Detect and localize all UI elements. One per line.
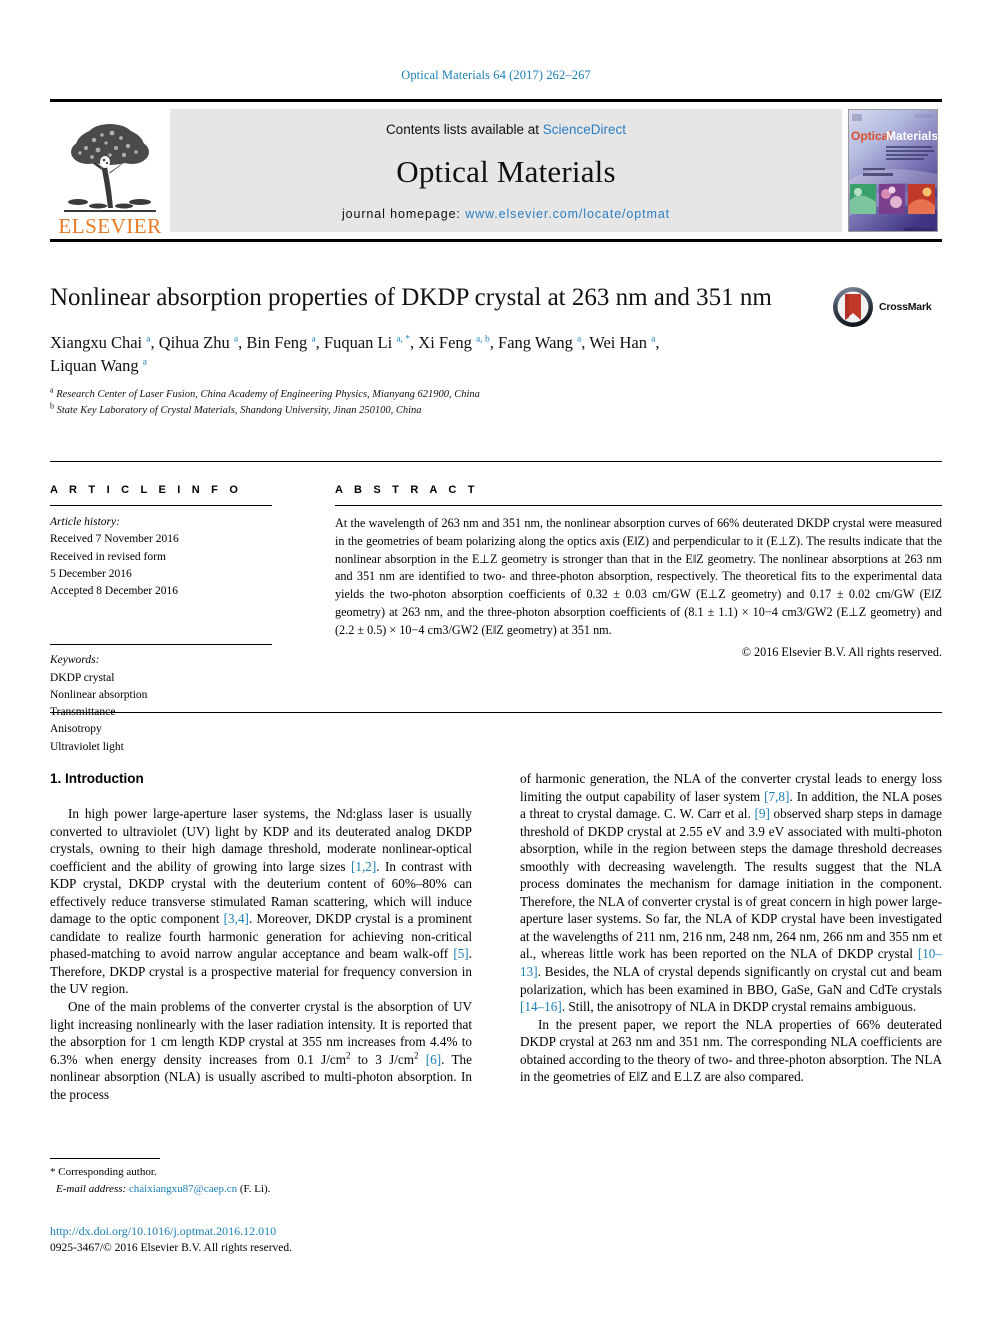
- history-item: Received 7 November 2016: [50, 533, 179, 546]
- author-list: Xiangxu Chai a, Qihua Zhu a, Bin Feng a,…: [50, 331, 880, 379]
- paragraph-text: observed sharp steps in damage threshold…: [520, 806, 943, 962]
- affiliation-marker: a: [651, 334, 656, 344]
- email-note: E-mail address: chaixiangxu87@caep.cn (F…: [50, 1181, 472, 1198]
- article-history-label: Article history:: [50, 516, 120, 528]
- affiliations: a Research Center of Laser Fusion, China…: [50, 385, 942, 418]
- body-column-left: 1. Introduction In high power large-aper…: [50, 770, 472, 1103]
- affiliation-b: b State Key Laboratory of Crystal Materi…: [50, 401, 942, 418]
- affiliation-a-marker: a: [50, 385, 54, 395]
- affiliation-marker: a, b: [476, 334, 490, 344]
- email-link[interactable]: chaixiangxu87@caep.cn: [129, 1183, 237, 1195]
- keyword-item: Nonlinear absorption: [50, 688, 148, 701]
- contents-available-line: Contents lists available at ScienceDirec…: [386, 122, 626, 137]
- crossmark-badge[interactable]: CrossMark: [832, 284, 942, 330]
- doi-link[interactable]: http://dx.doi.org/10.1016/j.optmat.2016.…: [50, 1222, 550, 1240]
- affiliation-marker: a: [577, 334, 582, 344]
- journal-cover-thumbnail: Optical Materials: [848, 109, 938, 232]
- crossmark-icon: [833, 287, 873, 327]
- affiliation-a: a Research Center of Laser Fusion, China…: [50, 385, 942, 402]
- article-info-panel: A R T I C L E I N F O Article history: R…: [50, 484, 295, 756]
- keyword-item: Anisotropy: [50, 723, 102, 736]
- elsevier-tree-icon: [64, 124, 156, 212]
- paragraph-text: . Besides, the NLA of crystal depends si…: [520, 964, 942, 997]
- abstract-copyright: © 2016 Elsevier B.V. All rights reserved…: [741, 644, 942, 659]
- elsevier-logo: ELSEVIER: [50, 102, 170, 239]
- abstract-bottom-divider: [50, 712, 942, 713]
- section-heading-introduction: 1. Introduction: [50, 771, 144, 786]
- running-head: Optical Materials 64 (2017) 262–267: [401, 68, 591, 82]
- email-label: E-mail address:: [56, 1182, 129, 1195]
- citation-link[interactable]: [1,2]: [351, 859, 376, 874]
- svg-text:Materials: Materials: [886, 129, 937, 143]
- journal-homepage-line: journal homepage: www.elsevier.com/locat…: [342, 207, 670, 221]
- body-column-right: of harmonic generation, the NLA of the c…: [520, 770, 942, 1086]
- keywords-label: Keywords:: [50, 654, 100, 667]
- keyword-item: Ultraviolet light: [50, 740, 124, 753]
- page-title: Nonlinear absorption properties of DKDP …: [50, 284, 772, 311]
- email-suffix: (F. Li).: [237, 1182, 271, 1195]
- author-line-2: Liquan Wang a: [50, 356, 147, 376]
- paragraph: of harmonic generation, the NLA of the c…: [520, 770, 942, 1016]
- sciencedirect-link[interactable]: ScienceDirect: [543, 122, 626, 137]
- abstract-panel: A B S T R A C T At the wavelength of 263…: [335, 484, 942, 660]
- superscript: 2: [414, 1050, 419, 1061]
- journal-masthead: ELSEVIER Contents lists available at Sci…: [50, 99, 942, 242]
- keywords-divider: [50, 644, 272, 646]
- citation-link[interactable]: [3,4]: [224, 911, 249, 926]
- abstract-divider: [335, 505, 942, 506]
- affiliation-marker: a, *: [396, 334, 411, 344]
- citation-link[interactable]: [14–16]: [520, 999, 562, 1014]
- paragraph: In the present paper, we report the NLA …: [520, 1016, 942, 1085]
- paragraph-text: [419, 1052, 426, 1067]
- cover-artwork-icon: Optical Materials: [849, 110, 937, 231]
- paragraph: In high power large-aperture laser syste…: [50, 805, 472, 998]
- citation-link[interactable]: [9]: [754, 806, 769, 821]
- abstract-heading: A B S T R A C T: [335, 484, 479, 496]
- footnote-block: * Corresponding author. E-mail address: …: [50, 1158, 472, 1197]
- citation-link[interactable]: [6]: [426, 1052, 441, 1067]
- abstract-text: At the wavelength of 263 nm and 351 nm, …: [335, 516, 942, 637]
- author-line-1: Xiangxu Chai a, Qihua Zhu a, Bin Feng a,…: [50, 332, 660, 352]
- keywords-list: Keywords: DKDP crystal Nonlinear absorpt…: [50, 652, 295, 756]
- elsevier-wordmark: ELSEVIER: [58, 214, 162, 238]
- paragraph-text: . Still, the anisotropy of NLA in DKDP c…: [561, 999, 917, 1015]
- contents-prefix: Contents lists available at: [385, 122, 543, 137]
- history-item: Accepted 8 December 2016: [50, 585, 179, 597]
- article-info-divider: [50, 505, 272, 506]
- keywords-block: Keywords: DKDP crystal Nonlinear absorpt…: [50, 644, 295, 756]
- article-info-heading: A R T I C L E I N F O: [50, 484, 243, 496]
- citation-link[interactable]: [5]: [453, 946, 468, 961]
- affiliation-marker: a: [233, 334, 239, 344]
- corresponding-author-note: * Corresponding author.: [50, 1166, 157, 1178]
- crossmark-label: CrossMark: [879, 301, 932, 313]
- affiliation-marker: a: [311, 334, 316, 344]
- issn-copyright-line: 0925-3467/© 2016 Elsevier B.V. All right…: [50, 1242, 293, 1254]
- masthead-center-panel: Contents lists available at ScienceDirec…: [170, 109, 842, 232]
- citation-link[interactable]: [7,8]: [764, 789, 789, 804]
- homepage-prefix: journal homepage:: [341, 207, 466, 221]
- journal-title: Optical Materials: [396, 154, 616, 189]
- doi-block: http://dx.doi.org/10.1016/j.optmat.2016.…: [50, 1222, 550, 1257]
- affiliation-marker: a: [142, 357, 147, 368]
- history-item: Received in revised form: [50, 550, 166, 563]
- keyword-item: DKDP crystal: [50, 671, 115, 684]
- affiliation-b-text: State Key Laboratory of Crystal Material…: [56, 404, 422, 416]
- info-top-divider: [50, 461, 942, 462]
- article-page: Optical Materials 64 (2017) 262–267 ELSE…: [0, 0, 992, 1323]
- footnote-divider: [50, 1158, 160, 1159]
- paragraph-text: to 3 J/cm: [350, 1051, 415, 1067]
- history-item: 5 December 2016: [50, 567, 132, 580]
- affiliation-a-text: Research Center of Laser Fusion, China A…: [56, 389, 480, 401]
- paragraph: One of the main problems of the converte…: [50, 998, 472, 1103]
- article-history: Article history: Received 7 November 201…: [50, 514, 295, 600]
- journal-homepage-link[interactable]: www.elsevier.com/locate/optmat: [465, 207, 670, 221]
- affiliation-b-marker: b: [50, 401, 54, 411]
- affiliation-marker: a: [146, 334, 151, 344]
- title-block: Nonlinear absorption properties of DKDP …: [50, 282, 942, 418]
